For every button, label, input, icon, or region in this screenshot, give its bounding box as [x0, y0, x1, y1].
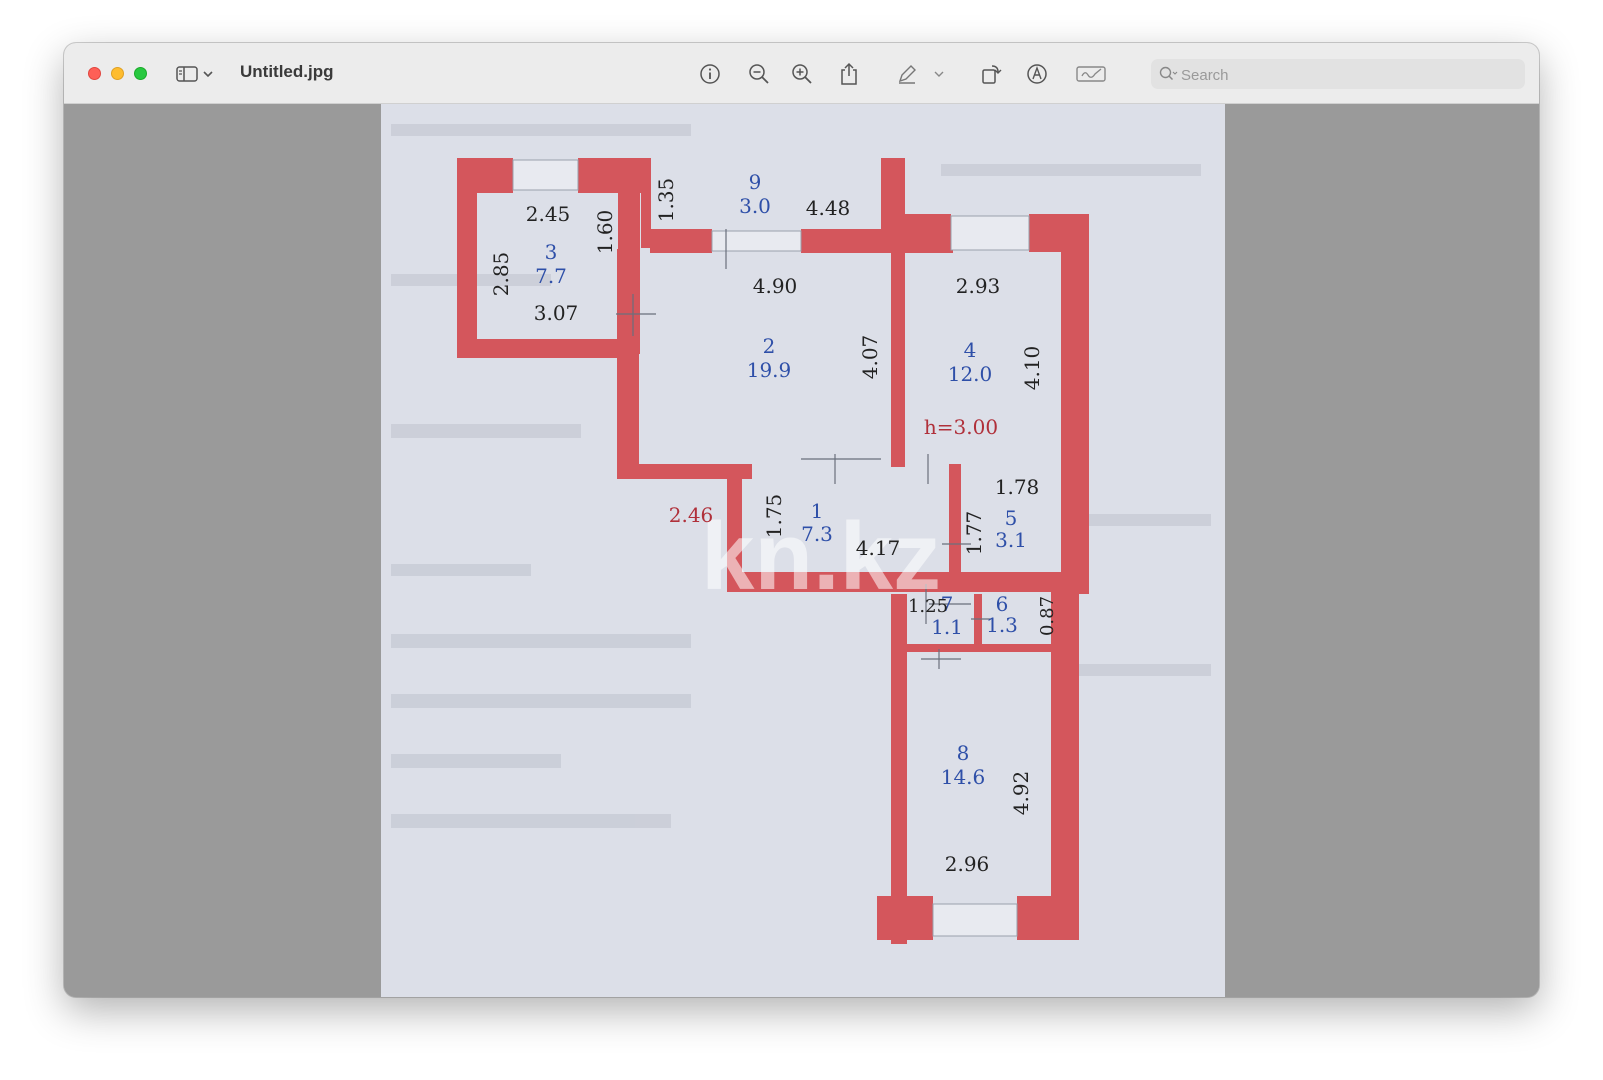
room-6-dim: 0.87 — [1037, 596, 1058, 636]
room-9-area: 3.0 — [739, 194, 771, 218]
zoom-out-icon[interactable] — [746, 61, 772, 87]
share-icon[interactable] — [836, 61, 862, 87]
room-3-number: 3 — [545, 240, 558, 264]
room-3-area: 7.7 — [535, 264, 567, 288]
sidebar-icon[interactable] — [174, 61, 200, 87]
room-7-dim: 1.25 — [908, 596, 948, 617]
zoom-in-icon[interactable] — [789, 61, 815, 87]
minimize-window-button[interactable] — [111, 67, 124, 80]
search-input[interactable] — [1179, 59, 1513, 91]
ceiling-height-note: h=3.00 — [924, 415, 998, 439]
room-8-area: 14.6 — [941, 765, 986, 789]
signature-icon[interactable] — [1074, 61, 1108, 87]
chevron-down-icon[interactable] — [931, 61, 947, 87]
search-icon — [1159, 66, 1178, 81]
room-8-number: 8 — [957, 741, 970, 765]
room-9-dim-length: 4.48 — [806, 196, 851, 220]
room-4-dim-height: 4.10 — [1020, 346, 1044, 391]
close-window-button[interactable] — [88, 67, 101, 80]
document-area: kn.kz 9 3.0 3 7.7 2 19.9 4 12.0 1 7.3 5 … — [64, 104, 1539, 997]
room-4-area: 12.0 — [948, 362, 993, 386]
room-9-dim-width: 1.35 — [654, 178, 678, 223]
room-7-area: 1.1 — [931, 615, 963, 639]
outer-dimension-label: 2.46 — [669, 503, 714, 527]
room-2-area: 19.9 — [747, 358, 792, 382]
room-3-dim-bottom: 3.07 — [534, 301, 579, 325]
info-icon[interactable] — [697, 61, 723, 87]
title-bar: Untitled.jpg — [64, 43, 1539, 104]
markup-pen-icon[interactable] — [894, 61, 920, 87]
annotate-icon[interactable] — [1024, 61, 1050, 87]
room-1-dim-height: 1.75 — [762, 494, 786, 539]
room-4-number: 4 — [964, 338, 977, 362]
preview-window: Untitled.jpg Search kn.kz 9 3.0 3 7.7 2 … — [64, 43, 1539, 997]
room-5-dim-height: 1.77 — [962, 511, 986, 556]
room-5-number: 5 — [1005, 506, 1018, 530]
floor-plan-drawing: kn.kz 9 3.0 3 7.7 2 19.9 4 12.0 1 7.3 5 … — [391, 124, 1211, 944]
room-1-dim-width: 4.17 — [856, 536, 901, 560]
room-4-dim-width: 2.93 — [956, 274, 1001, 298]
maximize-window-button[interactable] — [134, 67, 147, 80]
room-3-dim-right: 1.60 — [593, 210, 617, 255]
room-3-dim-top: 2.45 — [526, 202, 571, 226]
room-2-number: 2 — [763, 334, 776, 358]
room-6-area: 1.3 — [986, 613, 1018, 637]
room-8-dim-height: 4.92 — [1009, 771, 1033, 816]
room-3-dim-left: 2.85 — [489, 252, 513, 297]
rotate-icon[interactable] — [978, 61, 1004, 87]
room-1-number: 1 — [811, 499, 824, 523]
chevron-down-icon[interactable] — [200, 61, 216, 87]
room-9-number: 9 — [749, 170, 762, 194]
image-view: kn.kz 9 3.0 3 7.7 2 19.9 4 12.0 1 7.3 5 … — [381, 104, 1225, 997]
room-2-dim-width: 4.90 — [753, 274, 798, 298]
search-field[interactable] — [1151, 59, 1525, 91]
room-5-dim-width: 1.78 — [995, 475, 1040, 499]
window-title: Untitled.jpg — [240, 62, 334, 81]
room-1-area: 7.3 — [801, 522, 833, 546]
room-2-dim-height: 4.07 — [858, 335, 882, 380]
room-8-dim-width: 2.96 — [945, 852, 990, 876]
room-5-area: 3.1 — [995, 528, 1027, 552]
